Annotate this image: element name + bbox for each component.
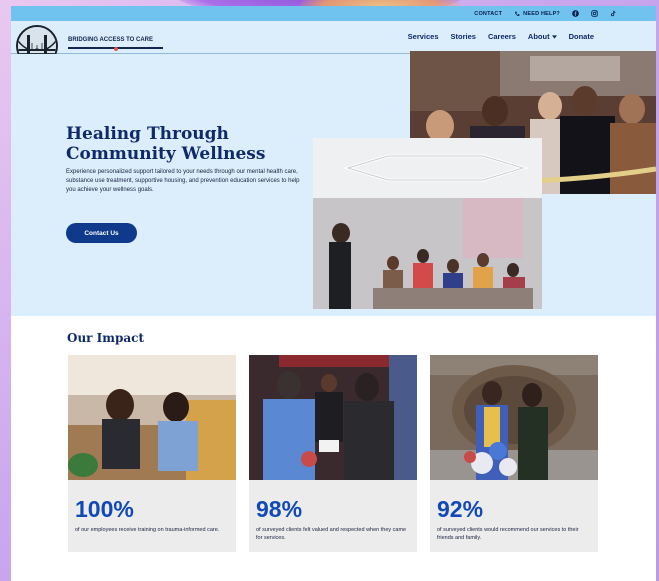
impact-caption-training: of our employees receive training on tra… [75, 527, 220, 533]
site-header: BRIDGING ACCESS TO CARE Services Stories… [11, 21, 656, 67]
chevron-down-icon [551, 34, 557, 39]
nav-donate[interactable]: Donate [569, 32, 594, 41]
impact-caption-recommend: of surveyed clients would recommend our … [437, 527, 579, 541]
instagram-icon[interactable] [591, 10, 598, 17]
impact-caption-valued: of surveyed clients felt valued and resp… [256, 527, 407, 541]
hero-title: Healing Through Community Wellness [66, 124, 316, 164]
group-session-photo [313, 138, 542, 309]
contact-link[interactable]: CONTACT [474, 11, 502, 17]
hero-title-line2: Community Wellness [66, 144, 266, 164]
impact-photo-recommend [430, 355, 598, 480]
hero-title-line1: Healing Through [66, 124, 229, 144]
website-frame: CONTACT NEED HELP? BRIDGING ACCESS TO CA… [11, 6, 656, 581]
nav-about-label: About [527, 32, 550, 41]
main-nav: Services Stories Careers About Donate [408, 32, 594, 41]
tiktok-icon[interactable] [610, 10, 616, 17]
impact-photo-training [68, 355, 236, 480]
impact-heading: Our Impact [67, 331, 145, 345]
nav-careers[interactable]: Careers [488, 32, 516, 41]
phone-icon [515, 11, 520, 16]
nav-stories[interactable]: Stories [451, 32, 476, 41]
cursor-dot [114, 47, 118, 51]
impact-card-valued: 98% of surveyed clients felt valued and … [249, 355, 417, 552]
impact-card-training: 100% of our employees receive training o… [68, 355, 236, 552]
nav-about[interactable]: About [528, 32, 557, 41]
impact-stat-training: 100% [75, 496, 134, 522]
hero-description: Experience personalized support tailored… [66, 169, 300, 193]
brand-tagline: BRIDGING ACCESS TO CARE [68, 37, 154, 43]
impact-card-recommend: 92% of surveyed clients would recommend … [430, 355, 598, 552]
contact-us-button[interactable]: Contact Us [66, 223, 137, 243]
need-help-label: NEED HELP? [523, 10, 560, 17]
impact-photo-valued [249, 355, 417, 480]
utility-bar: CONTACT NEED HELP? [11, 6, 656, 21]
nav-services[interactable]: Services [408, 32, 439, 41]
impact-stat-valued: 98% [256, 496, 303, 522]
need-help-link[interactable]: NEED HELP? [514, 11, 560, 17]
impact-stat-recommend: 92% [437, 496, 484, 522]
facebook-icon[interactable] [572, 10, 579, 17]
